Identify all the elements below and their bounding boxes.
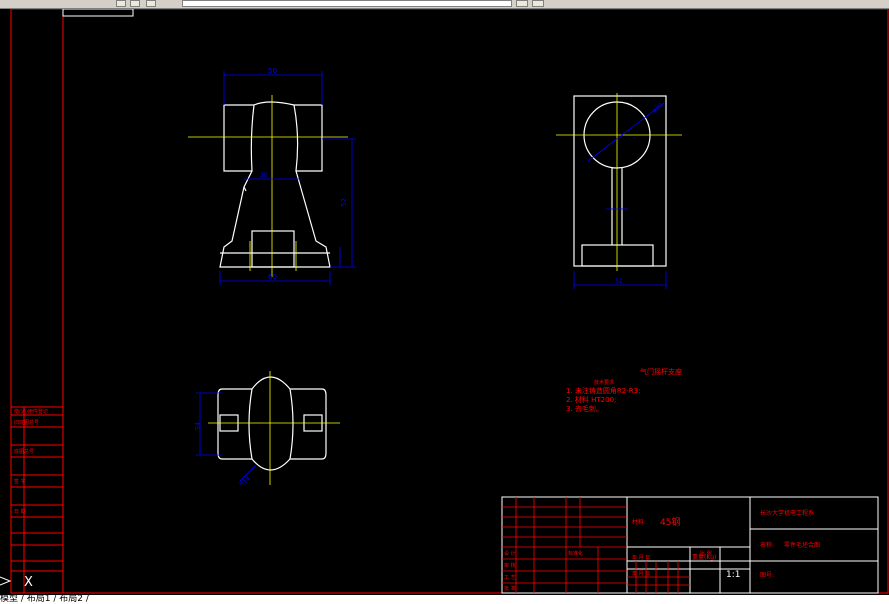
tech-line-3: 3. 去毛刺。 bbox=[566, 404, 603, 413]
tb-figno-label: 图号: bbox=[760, 572, 774, 579]
cad-drawing[interactable]: 借(通)用件登记 旧底图总号 底图总号 签 字 日 期 50 30 52 60 … bbox=[0, 8, 889, 595]
tb-material-value: 45钢 bbox=[660, 516, 680, 528]
tb-name-value: 零件毛坯合图 bbox=[784, 541, 820, 549]
tb-school: 长沙大学机电工程系 bbox=[760, 509, 814, 517]
ucs-label: X bbox=[24, 575, 33, 590]
title-block: 长沙大学机电工程系 材料: 45钢 名称: 零件毛坯合图 图号: 重量(Kg) … bbox=[501, 496, 879, 594]
drawing-frame bbox=[10, 8, 889, 594]
toolbar-button[interactable] bbox=[146, 0, 156, 7]
toolbar-button[interactable] bbox=[516, 0, 528, 7]
tb-row-check: 审 核 bbox=[504, 562, 516, 569]
tb-name-label: 名称: bbox=[760, 541, 774, 549]
tb-date-2: 年 月 日 bbox=[632, 570, 650, 577]
toolbar-button[interactable] bbox=[116, 0, 126, 7]
layout-tabs[interactable]: 模型 / 布局1 / 布局2 / bbox=[0, 595, 89, 604]
front-dim-right: 52 bbox=[340, 198, 348, 207]
top-view: 34 R14 bbox=[194, 371, 340, 488]
toolbar-strip bbox=[0, 0, 889, 9]
front-dim-top: 50 bbox=[268, 67, 277, 75]
tech-requirements: 气门摇杆支座 技术要求 1. 未注铸造圆角R2-R3; 2. 材料 HT200;… bbox=[566, 367, 682, 413]
side-view: φ30 32 bbox=[556, 93, 682, 289]
tb-date-1: 年 月 日 bbox=[632, 554, 650, 561]
front-view: 50 30 52 60 bbox=[188, 67, 356, 285]
drawing-canvas[interactable]: 借(通)用件登记 旧底图总号 底图总号 签 字 日 期 50 30 52 60 … bbox=[0, 8, 889, 595]
tb-scale: 1:1 bbox=[726, 570, 740, 580]
tb-row-approve: 批 准 bbox=[504, 585, 516, 592]
left-label-0: 借(通)用件登记 bbox=[14, 408, 48, 415]
ucs-icon bbox=[0, 576, 12, 586]
toolbar-button[interactable] bbox=[130, 0, 140, 7]
left-label-2: 底图总号 bbox=[14, 448, 34, 455]
tb-row-process: 工 艺 bbox=[504, 575, 516, 581]
top-dim-radius: R14 bbox=[238, 475, 252, 488]
tech-line-2: 2. 材料 HT200; bbox=[566, 395, 616, 404]
tb-material-label: 材料: bbox=[632, 518, 646, 526]
toolbar-button[interactable] bbox=[532, 0, 544, 7]
tech-title: 气门摇杆支座 bbox=[640, 367, 682, 376]
left-label-4: 日 期 bbox=[14, 509, 26, 515]
frame-top-tab bbox=[62, 8, 134, 17]
top-dim-left: 34 bbox=[194, 422, 202, 431]
command-line[interactable]: 模型 / 布局1 / 布局2 / bbox=[0, 595, 889, 604]
tech-subtitle: 技术要求 bbox=[594, 379, 614, 386]
tech-line-1: 1. 未注铸造圆角R2-R3; bbox=[566, 386, 640, 395]
left-border-labels: 借(通)用件登记 旧底图总号 底图总号 签 字 日 期 bbox=[14, 408, 48, 515]
front-dim-mid: 30 bbox=[260, 172, 268, 179]
tb-sign-label: 标准化 bbox=[568, 550, 583, 557]
front-dim-bottom: 60 bbox=[268, 273, 277, 281]
tb-row-design: 设 计 bbox=[504, 550, 516, 557]
side-dim-bottom: 32 bbox=[615, 278, 623, 285]
tb-side-label: 比 例 bbox=[700, 550, 712, 557]
layer-dropdown[interactable] bbox=[182, 0, 512, 7]
left-label-3: 签 字 bbox=[14, 478, 26, 485]
left-label-1: 旧底图总号 bbox=[14, 419, 39, 426]
